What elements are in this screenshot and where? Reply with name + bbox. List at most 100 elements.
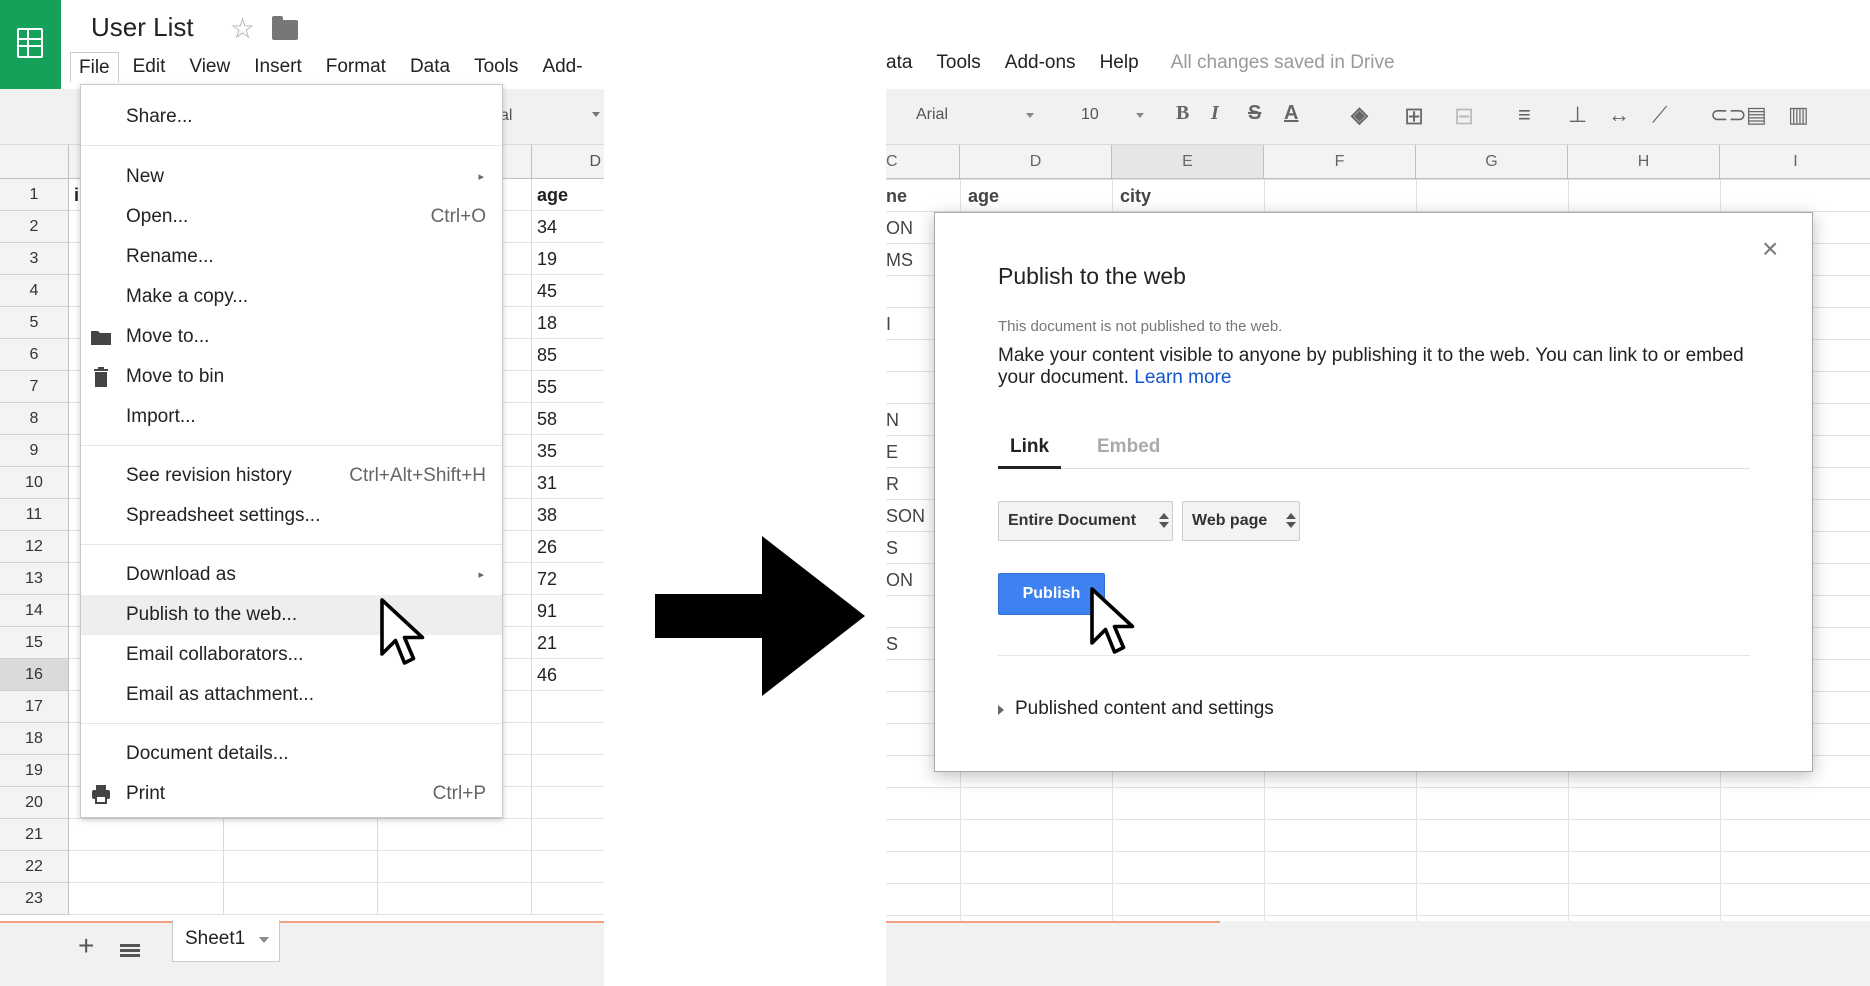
menu-item-publish-to-web[interactable]: Publish to the web...	[81, 595, 502, 635]
menu-item-share[interactable]: Share...	[81, 99, 502, 135]
folder-icon[interactable]	[272, 16, 298, 40]
menu-edit[interactable]: Edit	[133, 52, 166, 82]
column-header-d[interactable]: D	[532, 145, 604, 179]
table-cell[interactable]: 21	[532, 627, 604, 659]
row-header[interactable]: 2	[0, 211, 69, 243]
sheet-list-icon[interactable]	[120, 944, 140, 960]
chevron-down-icon[interactable]	[259, 937, 269, 943]
table-cell[interactable]	[69, 819, 224, 851]
column-header-d[interactable]: D	[960, 145, 1112, 179]
row-header[interactable]: 9	[0, 435, 69, 467]
menu-tools[interactable]: Tools	[474, 52, 518, 82]
select-all-corner[interactable]	[0, 145, 69, 179]
menu-item-document-details[interactable]: Document details...	[81, 736, 502, 772]
table-cell[interactable]: age	[532, 179, 604, 211]
link-icon[interactable]: ⊂⊃	[1710, 102, 1747, 128]
cell-header-name[interactable]: ne	[886, 186, 907, 207]
table-cell[interactable]	[378, 819, 532, 851]
scope-select[interactable]: Entire Document	[998, 501, 1173, 541]
table-cell[interactable]	[378, 883, 532, 915]
row-header[interactable]: 8	[0, 403, 69, 435]
menu-format[interactable]: Format	[326, 52, 386, 82]
row-header[interactable]: 22	[0, 851, 69, 883]
table-cell[interactable]: 19	[532, 243, 604, 275]
row-header[interactable]: 17	[0, 691, 69, 723]
table-cell[interactable]	[532, 819, 604, 851]
table-cell[interactable]: N	[886, 410, 899, 431]
menu-item-open[interactable]: Open... Ctrl+O	[81, 199, 502, 235]
table-cell[interactable]: SON	[886, 506, 925, 527]
table-cell[interactable]	[532, 851, 604, 883]
chart-icon[interactable]: ▥	[1788, 102, 1809, 128]
table-cell[interactable]	[532, 883, 604, 915]
row-header[interactable]: 23	[0, 883, 69, 915]
row-header[interactable]: 10	[0, 467, 69, 499]
menu-item-make-copy[interactable]: Make a copy...	[81, 279, 502, 315]
close-icon[interactable]: ×	[1762, 233, 1778, 265]
row-header[interactable]: 13	[0, 563, 69, 595]
chevron-down-icon[interactable]	[592, 112, 600, 117]
menu-view[interactable]: View	[189, 52, 230, 82]
table-cell[interactable]	[532, 787, 604, 819]
row-header[interactable]: 19	[0, 755, 69, 787]
table-cell[interactable]: 46	[532, 659, 604, 691]
row-header[interactable]: 14	[0, 595, 69, 627]
chevron-down-icon[interactable]	[1026, 113, 1034, 118]
comment-icon[interactable]: ▤	[1746, 102, 1767, 128]
table-cell[interactable]: 38	[532, 499, 604, 531]
column-header-c[interactable]: C	[886, 145, 960, 179]
published-content-settings[interactable]: Published content and settings	[1015, 698, 1274, 720]
cell-header-age[interactable]: age	[968, 186, 999, 207]
menu-data[interactable]: ata	[886, 52, 912, 74]
row-header[interactable]: 1	[0, 179, 69, 211]
row-header[interactable]: 3	[0, 243, 69, 275]
tab-link[interactable]: Link	[998, 436, 1062, 469]
tab-embed[interactable]: Embed	[1097, 436, 1160, 458]
table-cell[interactable]: 72	[532, 563, 604, 595]
row-header[interactable]: 21	[0, 819, 69, 851]
document-title[interactable]: User List	[91, 12, 194, 43]
menu-addons[interactable]: Add-	[542, 52, 582, 82]
menu-addons[interactable]: Add-ons	[1005, 52, 1076, 74]
table-cell[interactable]: S	[886, 538, 898, 559]
table-cell[interactable]: 45	[532, 275, 604, 307]
table-cell[interactable]	[532, 691, 604, 723]
column-header-g[interactable]: G	[1416, 145, 1568, 179]
row-header[interactable]: 12	[0, 531, 69, 563]
menu-file[interactable]: File	[70, 52, 119, 82]
table-cell[interactable]: 55	[532, 371, 604, 403]
chevron-down-icon[interactable]	[1136, 113, 1144, 118]
table-cell[interactable]: R	[886, 474, 899, 495]
menu-item-revision-history[interactable]: See revision history Ctrl+Alt+Shift+H	[81, 458, 502, 494]
borders-icon[interactable]: ⊞	[1404, 102, 1424, 131]
table-cell[interactable]: 58	[532, 403, 604, 435]
text-rotation-icon[interactable]: ⟋	[1652, 102, 1667, 128]
menu-data[interactable]: Data	[410, 52, 450, 82]
menu-help[interactable]: Help	[1100, 52, 1139, 74]
menu-item-rename[interactable]: Rename...	[81, 239, 502, 275]
table-cell[interactable]: 35	[532, 435, 604, 467]
table-cell[interactable]	[532, 723, 604, 755]
column-header-h[interactable]: H	[1568, 145, 1720, 179]
format-select[interactable]: Web page	[1182, 501, 1300, 541]
text-color-icon[interactable]: A	[1284, 102, 1298, 125]
add-sheet-icon[interactable]: +	[78, 930, 94, 962]
table-cell[interactable]: MS	[886, 250, 913, 271]
row-header[interactable]: 20	[0, 787, 69, 819]
menu-item-spreadsheet-settings[interactable]: Spreadsheet settings...	[81, 498, 502, 534]
fill-color-icon[interactable]: ◈	[1351, 102, 1368, 128]
learn-more-link[interactable]: Learn more	[1134, 367, 1231, 388]
menu-item-print[interactable]: Print Ctrl+P	[81, 776, 502, 812]
row-header[interactable]: 16	[0, 659, 69, 691]
sheets-logo[interactable]	[0, 0, 61, 89]
menu-item-import[interactable]: Import...	[81, 399, 502, 435]
merge-cells-icon[interactable]: ⊟	[1454, 102, 1474, 131]
strikethrough-icon[interactable]: S	[1248, 102, 1261, 125]
expand-triangle-icon[interactable]	[998, 705, 1004, 715]
table-cell[interactable]	[224, 851, 378, 883]
table-cell[interactable]: ON	[886, 218, 913, 239]
table-cell[interactable]: 31	[532, 467, 604, 499]
menu-tools[interactable]: Tools	[936, 52, 980, 74]
sheet-tab[interactable]: Sheet1	[172, 920, 280, 962]
table-cell[interactable]: 91	[532, 595, 604, 627]
